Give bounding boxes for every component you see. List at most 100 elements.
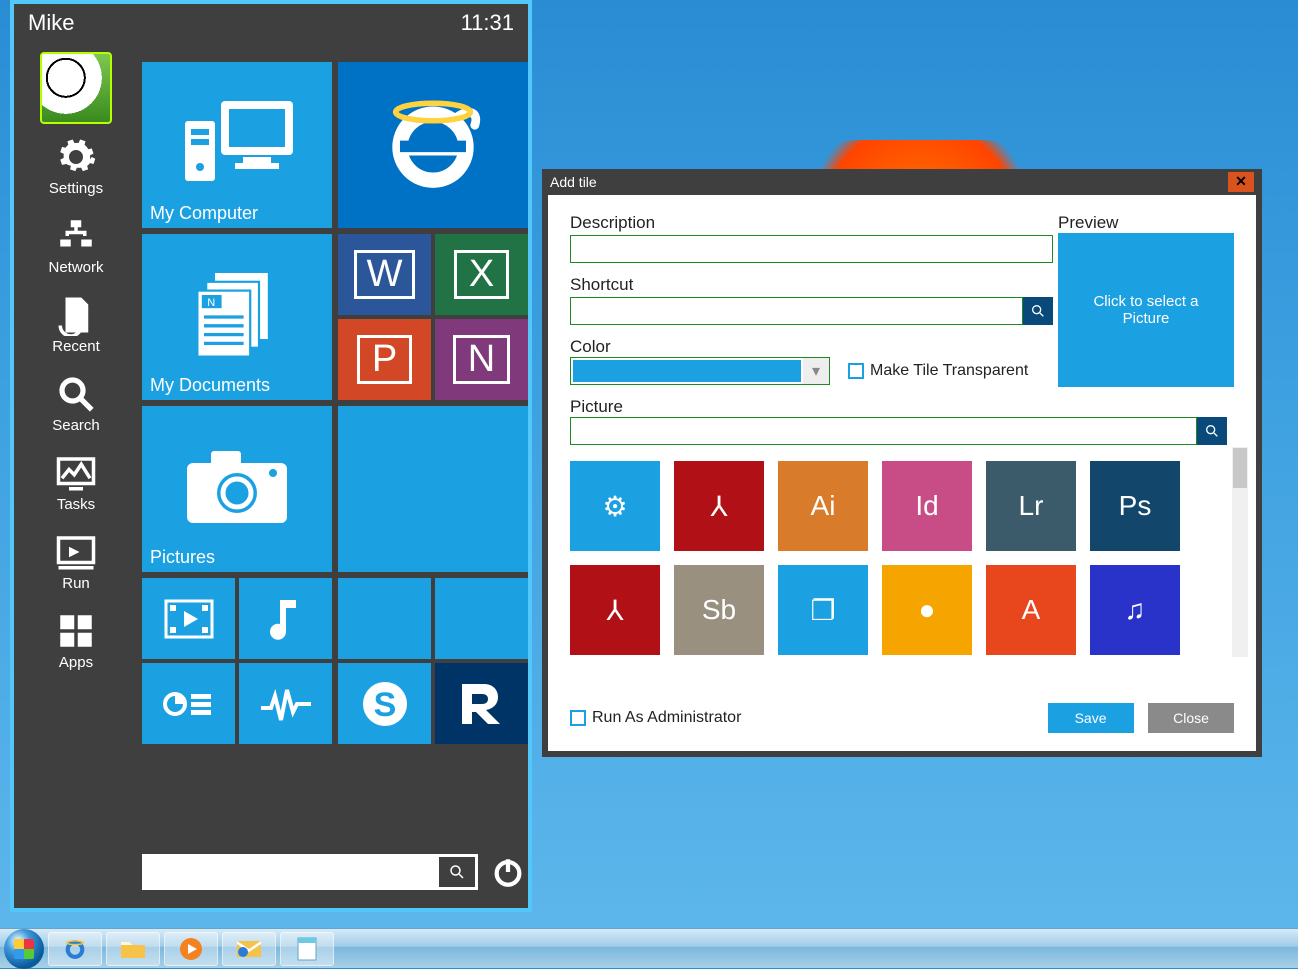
- tile-blank-large[interactable]: [338, 406, 528, 572]
- taskbar-item-notepad[interactable]: [280, 932, 334, 966]
- music-icon: [266, 594, 306, 644]
- save-button[interactable]: Save: [1048, 703, 1134, 733]
- sidebar-item-label: Run: [62, 575, 90, 592]
- soundbooth-icon[interactable]: Sb: [674, 565, 764, 655]
- transparent-label: Make Tile Transparent: [870, 362, 1028, 380]
- apps-icon: [55, 610, 97, 652]
- illustrator-icon[interactable]: Ai: [778, 461, 868, 551]
- settings-tile-icon[interactable]: ⚙: [570, 461, 660, 551]
- preview-text: Click to select a Picture: [1072, 293, 1220, 327]
- tile-internet-explorer[interactable]: [338, 62, 528, 228]
- outlook-icon: [236, 938, 262, 960]
- sidebar-item-recent[interactable]: Recent: [31, 288, 121, 361]
- sidebar-item-label: Recent: [52, 338, 100, 355]
- network-icon: [55, 215, 97, 257]
- taskbar-item-ie[interactable]: [48, 932, 102, 966]
- lightroom-icon[interactable]: Lr: [986, 461, 1076, 551]
- aimp-icon[interactable]: A: [986, 565, 1076, 655]
- acrobat-icon[interactable]: ⅄: [674, 461, 764, 551]
- add-tile-dialog: Add tile ✕ Description Shortcut Color ▾ …: [542, 169, 1262, 757]
- tile-blank-2[interactable]: [435, 578, 528, 659]
- checkbox-icon: [570, 710, 586, 726]
- shortcut-browse-button[interactable]: [1023, 297, 1053, 325]
- tile-videos[interactable]: [142, 578, 235, 659]
- picture-browse-button[interactable]: [1197, 417, 1227, 445]
- tile-blank-1[interactable]: [338, 578, 431, 659]
- notepad-icon: [296, 936, 318, 962]
- acrobat-alt-icon[interactable]: ⅄: [570, 565, 660, 655]
- pie-list-icon: [163, 684, 215, 724]
- tile-activity[interactable]: [239, 663, 332, 744]
- tile-excel[interactable]: X: [435, 234, 528, 315]
- sidebar-item-label: Tasks: [57, 496, 95, 513]
- sidebar-item-label: Apps: [59, 654, 93, 671]
- film-icon: [164, 599, 214, 639]
- sidebar-item-settings[interactable]: Settings: [31, 130, 121, 203]
- icon-grid-scrollbar[interactable]: [1232, 447, 1248, 657]
- excel-icon: X: [454, 250, 509, 299]
- sidebar-item-label: Settings: [49, 180, 103, 197]
- tile-label: My Computer: [150, 203, 258, 224]
- color-dropdown[interactable]: ▾: [570, 357, 830, 385]
- taskbar-item-explorer[interactable]: [106, 932, 160, 966]
- chevron-down-icon: ▾: [803, 358, 829, 384]
- start-menu-panel: Mike 11:31 Settings Network Recent Searc…: [10, 0, 532, 912]
- scrollbar-thumb[interactable]: [1233, 448, 1247, 488]
- tile-revo[interactable]: [435, 663, 528, 744]
- run-as-admin-checkbox[interactable]: Run As Administrator: [570, 709, 741, 727]
- dialog-close-button[interactable]: ✕: [1228, 172, 1254, 192]
- search-icon: [1030, 303, 1046, 319]
- start-orb[interactable]: [4, 929, 44, 969]
- taskbar-item-outlook[interactable]: [222, 932, 276, 966]
- sidebar-item-run[interactable]: Run: [31, 525, 121, 598]
- shortcut-input[interactable]: [570, 297, 1023, 325]
- user-name: Mike: [28, 10, 74, 36]
- description-input[interactable]: [570, 235, 1053, 263]
- transparent-checkbox[interactable]: Make Tile Transparent: [848, 362, 1028, 380]
- clock: 11:31: [461, 10, 514, 36]
- tile-music[interactable]: [239, 578, 332, 659]
- media-player-icon: [179, 937, 203, 961]
- icon-picker-grid: ⚙⅄AiIdLrPs⅄Sb❐●A♫: [570, 461, 1210, 655]
- sidebar-item-search[interactable]: Search: [31, 367, 121, 440]
- picture-input[interactable]: [570, 417, 1197, 445]
- powerpoint-icon: P: [357, 335, 412, 384]
- ie-icon: [378, 90, 488, 200]
- aim-icon[interactable]: ●: [882, 565, 972, 655]
- photoshop-icon[interactable]: Ps: [1090, 461, 1180, 551]
- tile-powerpoint[interactable]: P: [338, 319, 431, 400]
- sidebar-item-apps[interactable]: Apps: [31, 604, 121, 677]
- tile-label: Pictures: [150, 547, 215, 568]
- word-icon: W: [354, 250, 416, 299]
- preview-label: Preview: [1058, 213, 1234, 233]
- taskbar-item-media-player[interactable]: [164, 932, 218, 966]
- user-avatar[interactable]: [40, 52, 112, 124]
- onenote-icon: N: [453, 335, 510, 384]
- tile-pictures[interactable]: Pictures: [142, 406, 332, 572]
- svg-text:S: S: [373, 686, 396, 724]
- audacity-icon[interactable]: ♫: [1090, 565, 1180, 655]
- start-search-button[interactable]: [439, 857, 475, 887]
- indesign-icon[interactable]: Id: [882, 461, 972, 551]
- power-button[interactable]: [488, 852, 528, 892]
- tile-my-documents[interactable]: N My Documents: [142, 234, 332, 400]
- gear-icon: [55, 136, 97, 178]
- preview-tile[interactable]: Click to select a Picture: [1058, 233, 1234, 387]
- tile-stats[interactable]: [142, 663, 235, 744]
- tile-word[interactable]: W: [338, 234, 431, 315]
- aero-icon[interactable]: ❐: [778, 565, 868, 655]
- start-search-box[interactable]: [142, 854, 478, 890]
- tile-onenote[interactable]: N: [435, 319, 528, 400]
- folder-icon: [120, 938, 146, 960]
- sidebar-item-tasks[interactable]: Tasks: [31, 446, 121, 519]
- skype-icon: S: [357, 676, 413, 732]
- tile-skype[interactable]: S: [338, 663, 431, 744]
- tile-my-computer[interactable]: My Computer: [142, 62, 332, 228]
- svg-text:N: N: [207, 297, 215, 309]
- r-logo-icon: [452, 674, 512, 734]
- start-search-input[interactable]: [142, 857, 439, 887]
- taskbar: [0, 928, 1298, 968]
- dialog-title: Add tile: [550, 174, 597, 190]
- close-button[interactable]: Close: [1148, 703, 1234, 733]
- sidebar-item-network[interactable]: Network: [31, 209, 121, 282]
